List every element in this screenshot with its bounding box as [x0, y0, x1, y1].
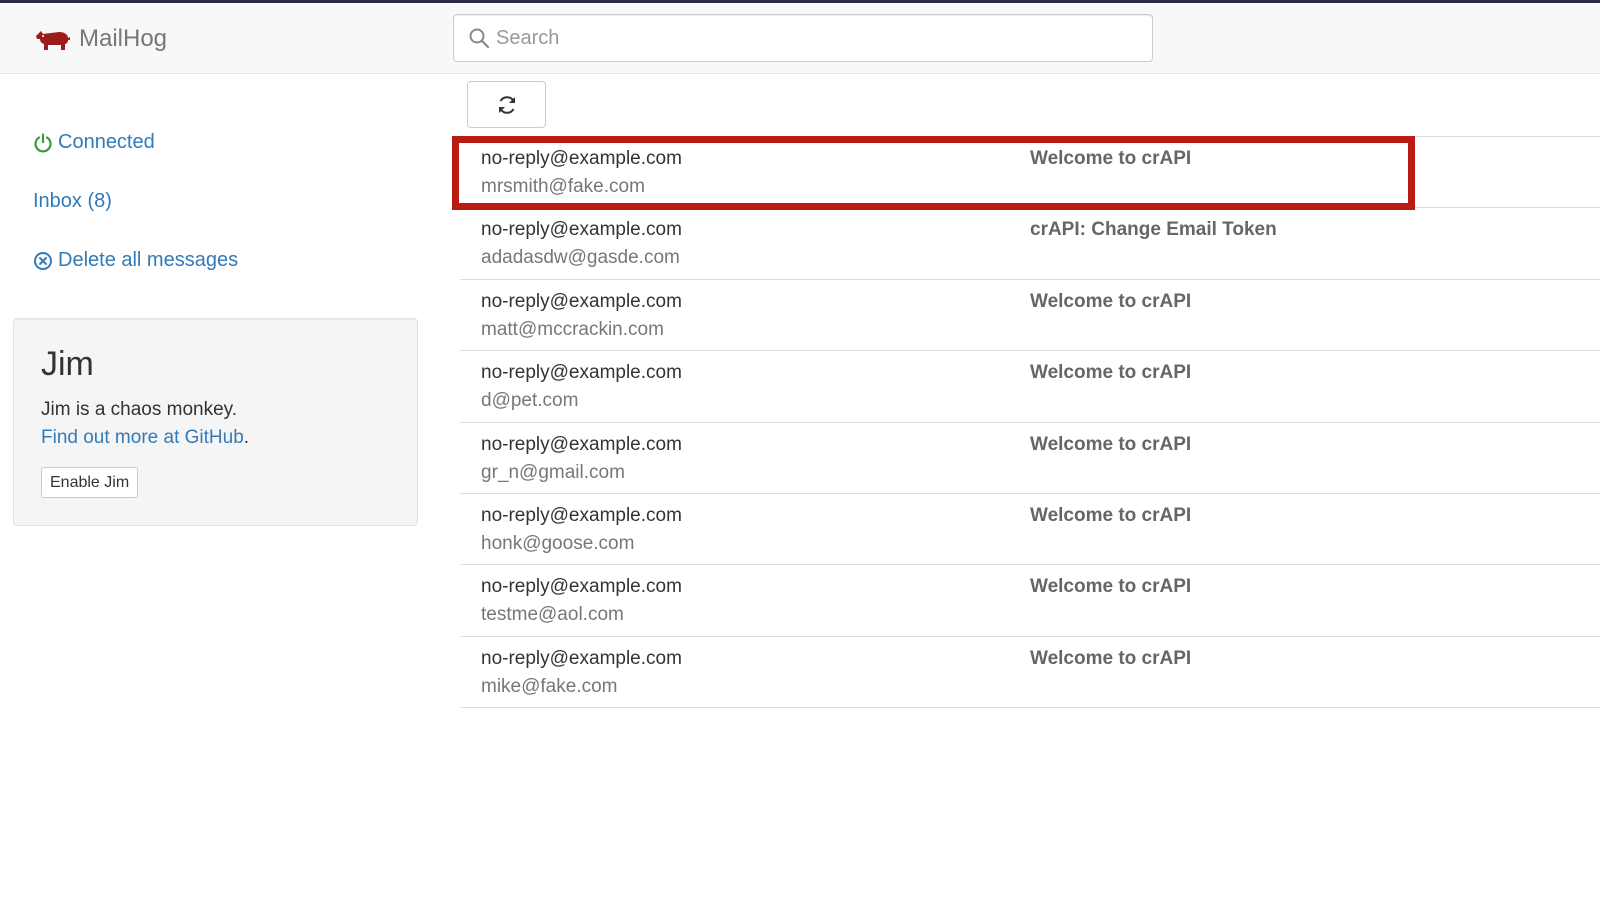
- message-from: no-reply@example.com: [481, 362, 682, 384]
- connection-status: Connected: [33, 131, 155, 154]
- sidebar-item-inbox[interactable]: Inbox (8): [33, 190, 112, 213]
- message-to: adadasdw@gasde.com: [481, 247, 680, 269]
- message-subject: Welcome to crAPI: [1030, 148, 1192, 169]
- message-row[interactable]: no-reply@example.com adadasdw@gasde.com …: [460, 208, 1600, 280]
- message-from: no-reply@example.com: [481, 647, 682, 669]
- message-row[interactable]: no-reply@example.com d@pet.com Welcome t…: [460, 351, 1600, 423]
- message-to: mrsmith@fake.com: [481, 176, 645, 197]
- refresh-icon: [498, 95, 515, 114]
- message-subject: crAPI: Change Email Token: [1030, 219, 1277, 241]
- enable-jim-button[interactable]: Enable Jim: [41, 467, 139, 498]
- message-to: mike@fake.com: [481, 675, 618, 697]
- message-to: honk@goose.com: [481, 532, 635, 554]
- message-list: no-reply@example.com mrsmith@fake.com We…: [460, 136, 1600, 709]
- navbar: MailHog: [0, 3, 1600, 74]
- search-box: [453, 14, 1153, 62]
- message-subject: Welcome to crAPI: [1030, 504, 1192, 526]
- inbox-label: Inbox (8): [33, 190, 112, 212]
- search-input[interactable]: [496, 15, 1136, 61]
- jim-panel: Jim Jim is a chaos monkey. Find out more…: [13, 318, 418, 526]
- github-link[interactable]: Find out more at GitHub: [41, 427, 244, 448]
- jim-title: Jim: [41, 345, 94, 383]
- hog-logo-icon: [36, 31, 70, 50]
- message-from: no-reply@example.com: [481, 290, 682, 312]
- jim-more-suffix: .: [243, 427, 250, 448]
- message-to: gr_n@gmail.com: [481, 461, 625, 483]
- message-subject: Welcome to crAPI: [1030, 647, 1192, 669]
- message-row[interactable]: no-reply@example.com mike@fake.com Welco…: [460, 637, 1600, 709]
- message-subject: Welcome to crAPI: [1030, 362, 1192, 384]
- message-to: matt@mccrackin.com: [481, 318, 664, 340]
- message-row[interactable]: no-reply@example.com honk@goose.com Welc…: [460, 494, 1600, 566]
- message-row[interactable]: no-reply@example.com testme@aol.com Welc…: [460, 565, 1600, 637]
- jim-description: Jim is a chaos monkey.: [41, 399, 238, 420]
- message-from: no-reply@example.com: [481, 219, 682, 241]
- jim-more-info: Find out more at GitHub.: [41, 427, 249, 449]
- brand[interactable]: MailHog: [35, 22, 167, 56]
- connection-status-label: Connected: [58, 131, 155, 153]
- delete-all-label: Delete all messages: [58, 249, 239, 271]
- search-icon: [469, 28, 490, 49]
- message-to: d@pet.com: [481, 390, 579, 412]
- message-from: no-reply@example.com: [481, 576, 682, 598]
- message-subject: Welcome to crAPI: [1030, 290, 1192, 312]
- delete-all-messages-link[interactable]: Delete all messages: [33, 249, 238, 272]
- message-subject: Welcome to crAPI: [1030, 433, 1192, 455]
- message-from: no-reply@example.com: [481, 433, 682, 455]
- message-row[interactable]: no-reply@example.com gr_n@gmail.com Welc…: [460, 423, 1600, 494]
- circle-x-icon: [34, 251, 52, 270]
- brand-name: MailHog: [79, 25, 168, 52]
- message-to: testme@aol.com: [481, 604, 624, 626]
- message-row[interactable]: no-reply@example.com matt@mccrackin.com …: [460, 280, 1600, 352]
- message-row[interactable]: no-reply@example.com mrsmith@fake.com We…: [460, 137, 1600, 209]
- refresh-button[interactable]: [467, 81, 546, 128]
- message-from: no-reply@example.com: [481, 148, 682, 169]
- message-subject: Welcome to crAPI: [1030, 576, 1192, 598]
- message-from: no-reply@example.com: [481, 504, 682, 526]
- power-icon: [34, 132, 52, 152]
